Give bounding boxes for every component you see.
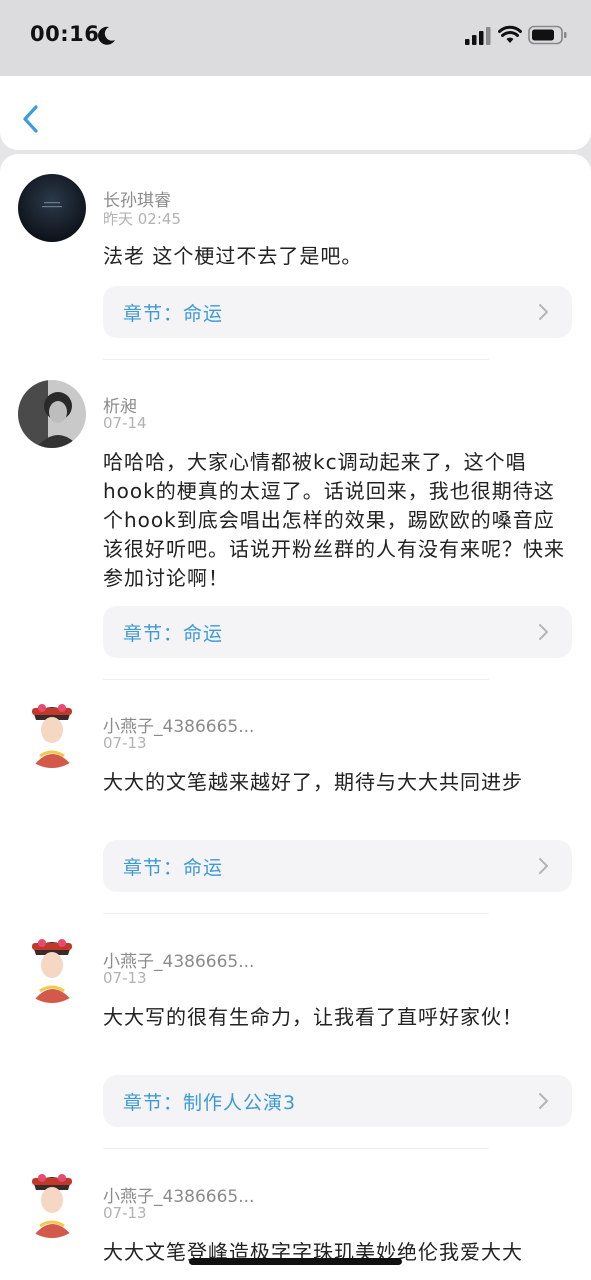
chapter-label: 章节：命运 [123, 303, 224, 325]
comment-date: 07-14 [103, 414, 147, 432]
chapter-label: 章节：制作人公演3 [123, 1092, 297, 1114]
divider [103, 913, 489, 914]
comment-list[interactable]: 长孙琪睿 昨天 02:45 法老 这个梗过不去了是吧。 章节：命运 析昶 07-… [0, 154, 591, 1280]
navigation-bar [0, 76, 591, 150]
chevron-right-icon [539, 624, 548, 640]
avatar[interactable] [18, 935, 86, 1003]
chapter-label: 章节：命运 [123, 857, 224, 879]
status-bar: 00:16 [0, 0, 591, 76]
chevron-right-icon [539, 304, 548, 320]
comment-date: 昨天 02:45 [103, 210, 181, 228]
comment-text: 大大写的很有生命力，让我看了直呼好家伙！ [103, 1005, 523, 1029]
wifi-icon [498, 25, 522, 43]
chapter-link[interactable]: 章节：命运 [103, 606, 572, 658]
back-arrow-icon[interactable] [20, 104, 42, 134]
divider [103, 359, 489, 360]
comment-date: 07-13 [103, 1204, 147, 1222]
status-time: 00:16 [30, 22, 100, 46]
comment-text: 大大的文笔越来越好了，期待与大大共同进步 [103, 770, 523, 794]
chapter-label: 章节：命运 [123, 623, 224, 645]
cellular-signal-icon [465, 27, 491, 45]
chevron-right-icon [539, 858, 548, 874]
chevron-right-icon [539, 1093, 548, 1109]
battery-icon [528, 25, 567, 45]
moon-icon [98, 26, 115, 45]
comment-text: 法老 这个梗过不去了是吧。 [103, 244, 363, 268]
chapter-link[interactable]: 章节：命运 [103, 286, 572, 338]
avatar[interactable] [18, 700, 86, 768]
chapter-link[interactable]: 章节：制作人公演3 [103, 1075, 572, 1127]
comment-date: 07-13 [103, 734, 147, 752]
comment-date: 07-13 [103, 969, 147, 987]
comment-text: 哈哈哈，大家心情都被kc调动起来了，这个唱hook的梗真的太逗了。话说回来，我也… [103, 450, 565, 590]
divider [103, 679, 489, 680]
divider [103, 1148, 489, 1149]
chapter-link[interactable]: 章节：命运 [103, 840, 572, 892]
avatar[interactable] [18, 1170, 86, 1238]
home-indicator[interactable] [189, 1258, 402, 1265]
avatar[interactable] [18, 380, 86, 448]
avatar[interactable] [18, 174, 86, 242]
